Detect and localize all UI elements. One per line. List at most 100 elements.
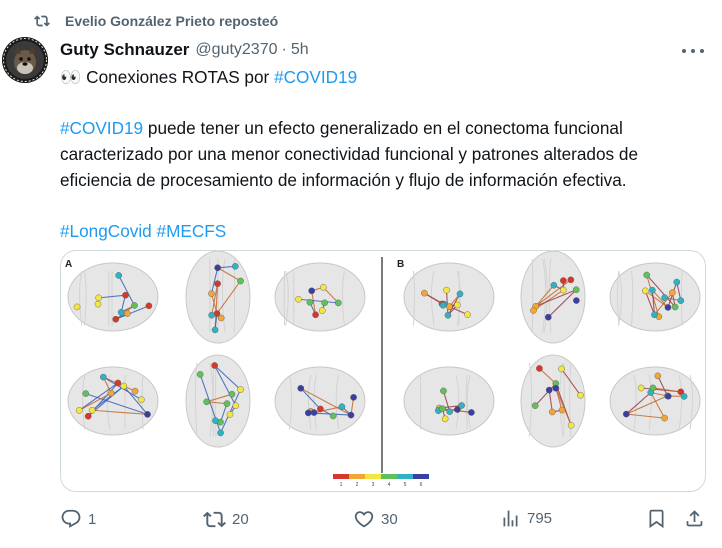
brain-node <box>531 402 539 409</box>
color-scale: 1 2 3 4 5 6 <box>333 474 429 488</box>
scale-label: 1 <box>340 482 343 488</box>
scale-swatch <box>365 474 381 479</box>
brain-outline <box>403 366 495 436</box>
avatar[interactable] <box>2 37 48 83</box>
reply-button[interactable]: 1 <box>60 508 96 530</box>
author-handle[interactable]: @guty2370 <box>195 41 277 59</box>
brain-node <box>310 409 318 416</box>
brain-node <box>306 299 314 306</box>
repost-icon <box>203 508 226 531</box>
brain-node <box>223 400 231 407</box>
brain-node <box>572 286 580 294</box>
brain-node <box>318 307 326 314</box>
panel-b-label: B <box>397 259 404 270</box>
panel-a-label: A <box>65 259 72 270</box>
brain-node <box>334 299 342 307</box>
brain-node <box>661 294 668 301</box>
more-options-icon[interactable] <box>682 42 704 60</box>
repost-button[interactable]: 20 <box>203 508 249 531</box>
brain-node <box>131 387 139 395</box>
brain-node <box>237 277 244 285</box>
brain-node <box>347 411 355 419</box>
brain-node <box>558 406 566 414</box>
brain-node <box>295 295 302 303</box>
post-image[interactable]: A B 1 2 3 4 5 6 <box>60 250 706 492</box>
brain-node <box>120 382 128 390</box>
brain-node <box>82 390 90 397</box>
brain-node <box>443 286 450 294</box>
action-bar: 1 20 30 795 <box>60 508 710 534</box>
share-button[interactable] <box>684 508 705 529</box>
author-name[interactable]: Guty Schnauzer <box>60 40 189 60</box>
brain-node <box>237 386 244 393</box>
brain-node <box>304 409 312 417</box>
brain-node <box>440 387 447 395</box>
like-count: 30 <box>381 510 398 528</box>
scale-swatch <box>397 474 413 479</box>
scale-swatch <box>349 474 365 479</box>
brain-node <box>107 389 115 397</box>
brain-node <box>312 311 319 319</box>
brain-node <box>84 412 92 420</box>
brain-node <box>131 302 138 309</box>
views-count: 795 <box>527 510 553 527</box>
brain-node <box>677 297 685 304</box>
brain-node <box>548 408 556 416</box>
brain-node <box>458 402 465 409</box>
reply-icon <box>60 508 82 530</box>
scale-swatch <box>381 474 397 479</box>
separator-dot: · <box>281 41 287 58</box>
brain-node <box>123 310 131 317</box>
post-tags: #LongCovid #MECFS <box>60 218 710 244</box>
brain-outline <box>609 262 701 332</box>
views-icon <box>500 508 521 529</box>
brain-node <box>673 278 681 286</box>
brain-outline <box>67 366 159 436</box>
brain-node <box>560 277 567 284</box>
views-button[interactable]: 795 <box>500 508 552 529</box>
repost-count: 20 <box>232 511 249 528</box>
brain-node <box>321 299 328 307</box>
brain-node <box>317 405 324 413</box>
brain-node <box>144 411 151 418</box>
brain-node <box>320 284 327 291</box>
brain-node <box>651 311 658 319</box>
repost-context: Evelio González Prieto reposteó <box>34 10 278 32</box>
brain-node <box>217 314 225 322</box>
brain-node <box>231 263 239 270</box>
hashtag-link[interactable]: #LongCovid <box>60 221 152 241</box>
bookmark-button[interactable] <box>646 508 667 529</box>
brain-node <box>138 396 145 403</box>
brain-node <box>211 326 219 334</box>
repost-label[interactable]: Evelio González Prieto reposteó <box>65 13 278 29</box>
reply-count: 1 <box>88 510 97 528</box>
brain-node <box>468 409 475 416</box>
post-text: 👀 Conexiones ROTAS por #COVID19 #COVID19… <box>60 64 710 269</box>
hashtag-link[interactable]: #COVID19 <box>60 118 143 138</box>
post-time[interactable]: 5h <box>291 41 309 59</box>
brain-node <box>214 264 221 272</box>
brain-node <box>196 371 204 378</box>
brain-node <box>444 311 452 319</box>
brain-node <box>100 373 107 381</box>
brain-node <box>112 315 120 323</box>
brain-node <box>573 297 580 304</box>
brain-node <box>649 384 657 392</box>
brain-node <box>552 384 560 392</box>
scale-label: 5 <box>404 482 407 488</box>
brain-node <box>338 403 346 410</box>
brain-node <box>441 415 449 423</box>
brain-node <box>115 272 122 279</box>
like-button[interactable]: 30 <box>353 508 398 530</box>
brain-node <box>456 290 464 298</box>
hashtag-link[interactable]: #MECFS <box>157 221 227 241</box>
brain-node <box>439 405 446 413</box>
scale-label: 3 <box>372 482 375 488</box>
brain-node <box>643 271 651 279</box>
brain-node <box>637 384 645 392</box>
brain-node <box>558 365 565 373</box>
hashtag-link[interactable]: #COVID19 <box>274 67 357 87</box>
post-paragraph-2-text: puede tener un efecto generalizado en el… <box>60 118 639 190</box>
brain-node <box>567 276 575 284</box>
brain-node <box>95 294 102 302</box>
